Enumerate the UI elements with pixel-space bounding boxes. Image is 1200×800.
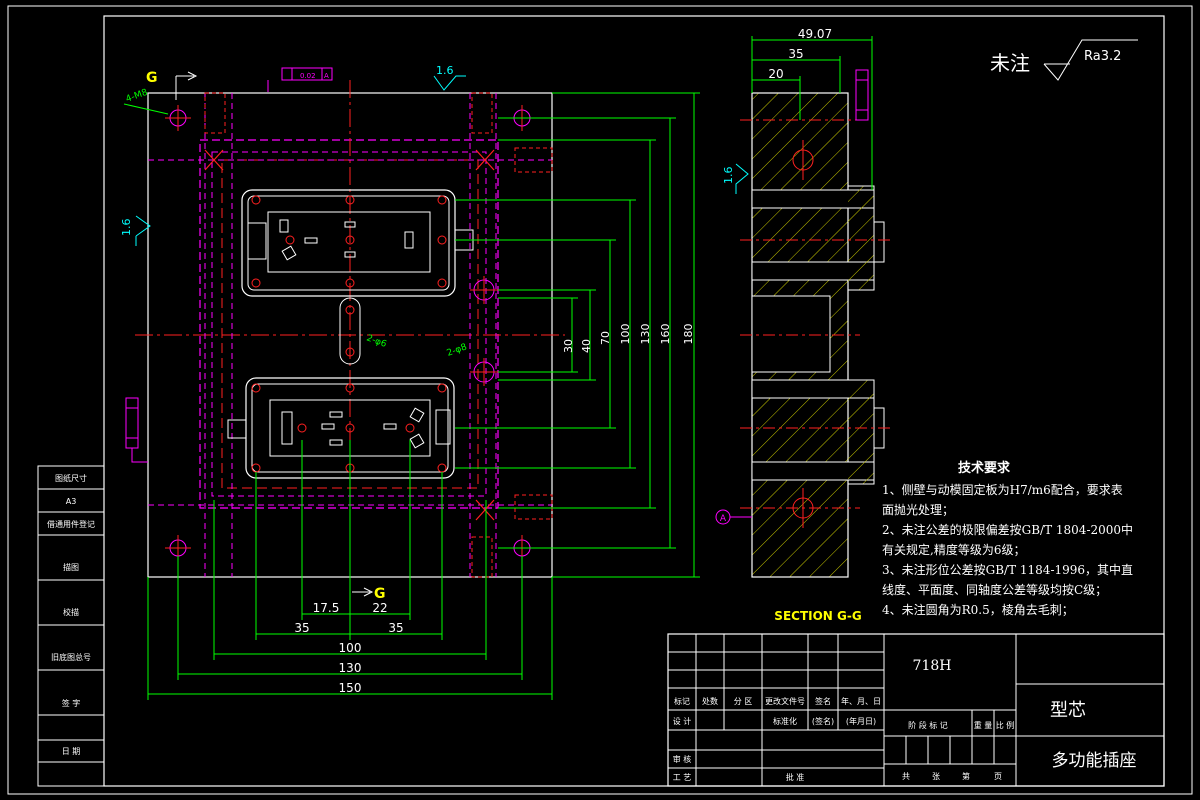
tb-sheets: 共 (902, 772, 910, 781)
section-view: 49.07 35 20 1.6 A SECTION G-G (715, 27, 890, 623)
tb-weight: 重 量 (974, 720, 993, 730)
strip-label: A3 (66, 497, 77, 506)
tech-line: 线度、平面度、同轴度公差等级均按C级； (882, 582, 1107, 597)
tb-header: 分 区 (734, 697, 753, 706)
cad-drawing-canvas: 图纸尺寸 A3 借通用件登记 描图 校描 旧底图总号 签 字 日 期 30 40… (7, 5, 1193, 795)
dim-160: 160 (659, 324, 672, 345)
tech-line: 2、未注公差的极限偏差按GB/T 1804-2000中 (882, 522, 1133, 537)
dim-35-left: 35 (294, 621, 309, 635)
material: 718H (913, 658, 952, 674)
strip-label: 借通用件登记 (47, 519, 95, 529)
roughness-section: 1.6 (722, 167, 735, 185)
strip-label: 图纸尺寸 (55, 473, 87, 483)
title-block-text: 718H 型芯 多功能插座 标记 处数 分 区 更改文件号 签名 年、月、日 设… (673, 658, 1137, 782)
plan-view: 30 40 70 100 130 160 180 17.5 22 35 35 1… (120, 64, 700, 700)
tb-date: (年月日) (846, 716, 876, 726)
tech-line: 有关规定,精度等级为6级； (882, 542, 1025, 557)
left-strip: 图纸尺寸 A3 借通用件登记 描图 校描 旧底图总号 签 字 日 期 (37, 465, 105, 787)
tech-line: 面抛光处理； (882, 502, 954, 517)
tb-stage: 阶 段 标 记 (908, 720, 948, 730)
section-marker-bottom: G (374, 586, 386, 602)
surface-note-prefix: 未注 (990, 51, 1030, 75)
dim-40: 40 (580, 339, 593, 353)
dim-130-bottom: 130 (339, 661, 362, 675)
tech-requirements: 技术要求 1、侧壁与动模固定板为H7/m6配合，要求表 面抛光处理； 2、未注公… (882, 460, 1133, 617)
dim-100-bottom: 100 (339, 641, 362, 655)
tech-line: 1、侧壁与动模固定板为H7/m6配合，要求表 (882, 482, 1123, 497)
part-name: 型芯 (1050, 700, 1086, 721)
product-name: 多功能插座 (1052, 751, 1137, 771)
tb-sheets: 页 (994, 772, 1002, 781)
tb-sheets: 张 (932, 772, 940, 781)
section-marker-top: G (146, 70, 158, 86)
inner-frame (103, 15, 1165, 787)
strip-label: 签 字 (62, 698, 81, 708)
tb-sign: (签名) (812, 716, 834, 726)
dim-180: 180 (682, 324, 695, 345)
tb-header: 标记 (674, 696, 690, 706)
datum-a: A (720, 514, 727, 524)
label-2-phi8: 2-φ8 (446, 342, 469, 359)
tb-header: 更改文件号 (765, 696, 805, 706)
dim-22: 22 (372, 601, 387, 615)
dim-35-right: 35 (388, 621, 403, 635)
surface-note: 未注 Ra3.2 (990, 39, 1138, 81)
tb-standard: 标准化 (773, 716, 797, 726)
tb-audit: 审 核 (673, 754, 692, 764)
strip-label: 校描 (63, 607, 79, 617)
label-4-m8: 4-M8 (125, 88, 150, 105)
strip-label: 日 期 (62, 747, 81, 756)
dim-130: 130 (639, 324, 652, 345)
tb-design: 设 计 (673, 716, 692, 726)
dim-70: 70 (599, 331, 612, 345)
dim-49-07: 49.07 (798, 27, 832, 41)
strip-label: 描图 (63, 562, 79, 572)
surface-roughness: Ra3.2 (1084, 49, 1121, 64)
tb-process: 工 艺 (673, 773, 692, 782)
gtol-top-value: 0.02 (300, 72, 316, 80)
strip-label: 旧底图总号 (51, 652, 91, 662)
roughness-left: 1.6 (120, 219, 133, 237)
tb-scale: 比 例 (996, 720, 1015, 730)
tech-line: 4、未注圆角为R0.5，棱角去毛刺； (882, 602, 1074, 617)
dim-35-section: 35 (788, 47, 803, 61)
label-2-phi6: 2-φ6 (365, 333, 388, 350)
dim-20-section: 20 (768, 67, 783, 81)
dim-150-bottom: 150 (339, 681, 362, 695)
tech-line: 3、未注形位公差按GB/T 1184-1996，其中直 (882, 562, 1133, 577)
outer-frame (7, 5, 1193, 795)
dim-30: 30 (562, 339, 575, 353)
section-title: SECTION G-G (774, 609, 861, 623)
tb-sheets: 第 (962, 771, 970, 781)
tb-header: 处数 (702, 696, 718, 706)
tb-approve: 批 准 (786, 772, 805, 782)
dim-17-5: 17.5 (313, 601, 340, 615)
roughness-top: 1.6 (436, 64, 454, 77)
gtol-top-datum: A (324, 72, 329, 80)
tb-header: 签名 (815, 696, 831, 706)
tb-header: 年、月、日 (841, 696, 881, 706)
dim-100: 100 (619, 324, 632, 345)
tech-title: 技术要求 (958, 460, 1011, 476)
